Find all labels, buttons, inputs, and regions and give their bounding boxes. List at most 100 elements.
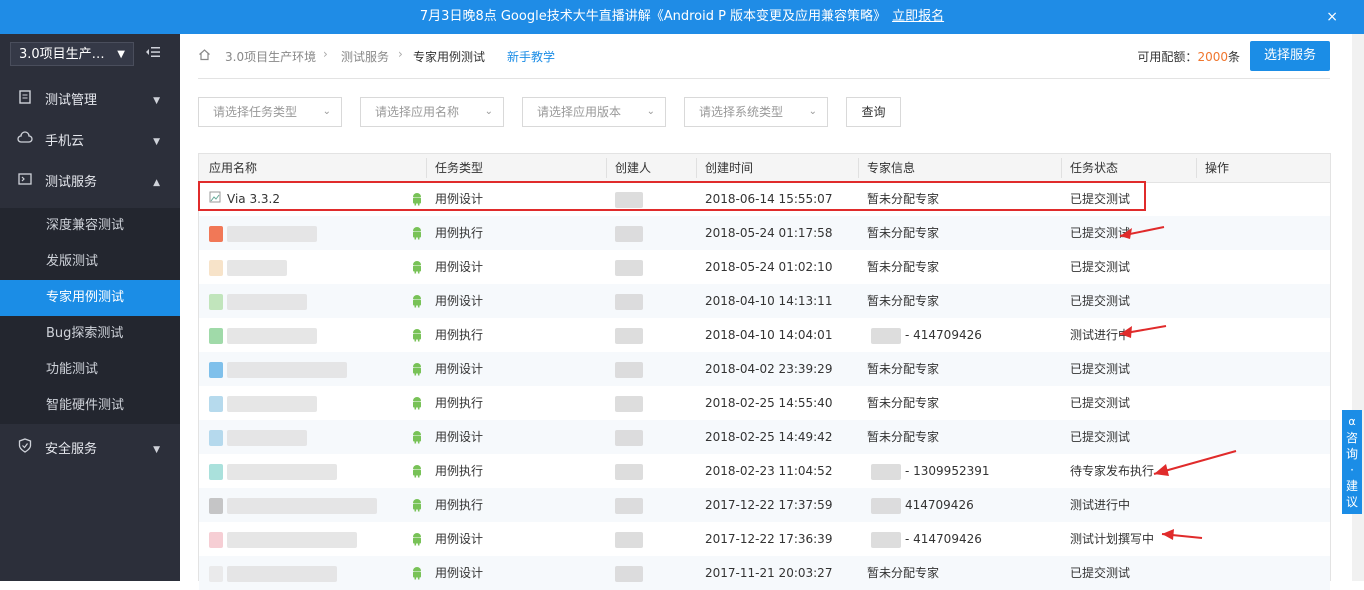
banner-text: 7月3日晚8点 Google技术大牛直播讲解《Android P 版本变更及应用… (419, 9, 887, 24)
redacted-creator (615, 328, 643, 344)
headset-icon: ⍺ (1348, 415, 1356, 428)
redacted-expert (871, 532, 901, 548)
task-status: 已提交测试 (1070, 566, 1131, 580)
crumb-project[interactable]: 3.0项目生产环境 (225, 48, 316, 65)
sub-expert-case[interactable]: 专家用例测试 (0, 280, 180, 316)
table-row[interactable]: 用例设计 2018-04-10 14:13:11 暂未分配专家 已提交测试 (199, 284, 1330, 318)
redacted-creator (615, 362, 643, 378)
nav-security-services[interactable]: 安全服务 ▼ (0, 430, 180, 470)
android-icon (411, 464, 425, 478)
col-expert-info: 专家信息 (867, 161, 916, 175)
app-icon (209, 362, 223, 378)
task-type: 用例设计 (435, 566, 484, 580)
red-arrow-icon (1119, 226, 1165, 239)
redacted-expert (871, 498, 901, 514)
android-icon (411, 566, 425, 580)
android-icon (411, 430, 425, 444)
expert-info: - 414709426 (905, 532, 982, 546)
announcement-banner: 7月3日晚8点 Google技术大牛直播讲解《Android P 版本变更及应用… (0, 0, 1364, 34)
expert-info: 暂未分配专家 (867, 396, 940, 410)
table-row[interactable]: 用例执行 2017-12-22 17:37:59 414709426 测试进行中 (199, 488, 1330, 522)
app-icon (209, 226, 223, 242)
tutorial-link[interactable]: 新手教学 (507, 48, 555, 65)
home-icon[interactable] (198, 48, 211, 65)
sub-deep-compat[interactable]: 深度兼容测试 (0, 208, 180, 244)
close-icon[interactable]: × (1326, 0, 1338, 34)
created-time: 2018-05-24 01:17:58 (705, 226, 833, 240)
redacted-creator (615, 532, 643, 548)
chevron-down-icon: ⌄ (808, 106, 817, 117)
created-time: 2018-02-25 14:55:40 (705, 396, 833, 410)
redacted-creator (615, 566, 643, 582)
redacted-creator (615, 260, 643, 276)
app-icon (209, 396, 223, 412)
nav-phone-cloud[interactable]: 手机云 ▼ (0, 122, 180, 162)
app-icon (209, 532, 223, 548)
created-time: 2018-04-10 14:04:01 (705, 328, 833, 342)
app-icon (209, 430, 223, 446)
created-time: 2017-12-22 17:36:39 (705, 532, 833, 546)
crumb-test-services[interactable]: 测试服务 (341, 48, 389, 65)
android-icon (411, 498, 425, 512)
created-time: 2018-02-25 14:49:42 (705, 430, 833, 444)
col-actions: 操作 (1205, 161, 1230, 175)
sub-label: 深度兼容测试 (46, 218, 125, 233)
main-content: 3.0项目生产环境 › 测试服务 › 专家用例测试 新手教学 可用配额：2000… (180, 34, 1352, 590)
task-status: 已提交测试 (1070, 430, 1131, 444)
app-icon (209, 294, 223, 310)
sub-bug-explore[interactable]: Bug探索测试 (0, 316, 180, 352)
nav-test-services[interactable]: 测试服务 ▲ (0, 163, 180, 203)
system-type-select[interactable]: 请选择系统类型 ⌄ (684, 97, 828, 127)
sub-release-test[interactable]: 发版测试 (0, 244, 180, 280)
redacted-creator (615, 498, 643, 514)
select-placeholder: 请选择应用版本 (537, 105, 622, 119)
redacted-app-name (227, 328, 317, 344)
table-row[interactable]: 用例设计 2018-04-02 23:39:29 暂未分配专家 已提交测试 (199, 352, 1330, 386)
project-name: 3.0项目生产… (19, 47, 105, 62)
table-row[interactable]: 用例执行 2018-02-25 14:55:40 暂未分配专家 已提交测试 (199, 386, 1330, 420)
quota-label: 可用配额： (1137, 50, 1198, 64)
redacted-app-name (227, 464, 337, 480)
register-link[interactable]: 立即报名 (892, 9, 944, 24)
feedback-button[interactable]: ⍺ 咨询·建议 (1342, 410, 1362, 514)
collapse-menu-icon[interactable] (145, 44, 161, 60)
app-name-select[interactable]: 请选择应用名称 ⌄ (360, 97, 504, 127)
red-arrow-icon (1153, 450, 1237, 476)
shield-icon (16, 430, 34, 470)
caret-down-icon: ▼ (153, 445, 160, 455)
app-icon (209, 260, 223, 276)
table-row[interactable]: 用例设计 2018-05-24 01:02:10 暂未分配专家 已提交测试 (199, 250, 1330, 284)
app-version-select[interactable]: 请选择应用版本 ⌄ (522, 97, 666, 127)
created-time: 2017-12-22 17:37:59 (705, 498, 833, 512)
expert-info: 暂未分配专家 (867, 430, 940, 444)
sub-label: 功能测试 (46, 362, 99, 377)
sub-label: 发版测试 (46, 254, 99, 269)
query-button[interactable]: 查询 (846, 97, 901, 127)
expert-info: 暂未分配专家 (867, 294, 940, 308)
task-type: 用例执行 (435, 328, 484, 342)
expert-info: 暂未分配专家 (867, 362, 940, 376)
expert-info: 414709426 (905, 498, 974, 512)
sub-hardware-test[interactable]: 智能硬件测试 (0, 388, 180, 424)
android-icon (411, 294, 425, 308)
android-icon (411, 260, 425, 274)
quota-display: 可用配额：2000条 (1137, 48, 1240, 65)
expert-info: 暂未分配专家 (867, 566, 940, 580)
terminal-icon (16, 163, 34, 203)
nav-test-management[interactable]: 测试管理 ▼ (0, 81, 180, 121)
chevron-right-icon: › (398, 47, 403, 61)
cloud-icon (16, 122, 34, 162)
chevron-down-icon: ⌄ (646, 106, 655, 117)
sub-function-test[interactable]: 功能测试 (0, 352, 180, 388)
highlight-box (198, 181, 1146, 211)
col-created-time: 创建时间 (705, 161, 754, 175)
task-type-select[interactable]: 请选择任务类型 ⌄ (198, 97, 342, 127)
sub-label: 专家用例测试 (46, 290, 125, 305)
caret-down-icon: ▼ (153, 96, 160, 106)
sub-label: 智能硬件测试 (46, 398, 125, 413)
nav-label: 测试服务 (45, 175, 98, 190)
table-row[interactable]: 用例设计 2017-11-21 20:03:27 暂未分配专家 已提交测试 (199, 556, 1330, 590)
project-selector[interactable]: 3.0项目生产… ▼ (10, 42, 134, 66)
select-service-button[interactable]: 选择服务 (1250, 41, 1330, 71)
document-icon (16, 81, 34, 121)
